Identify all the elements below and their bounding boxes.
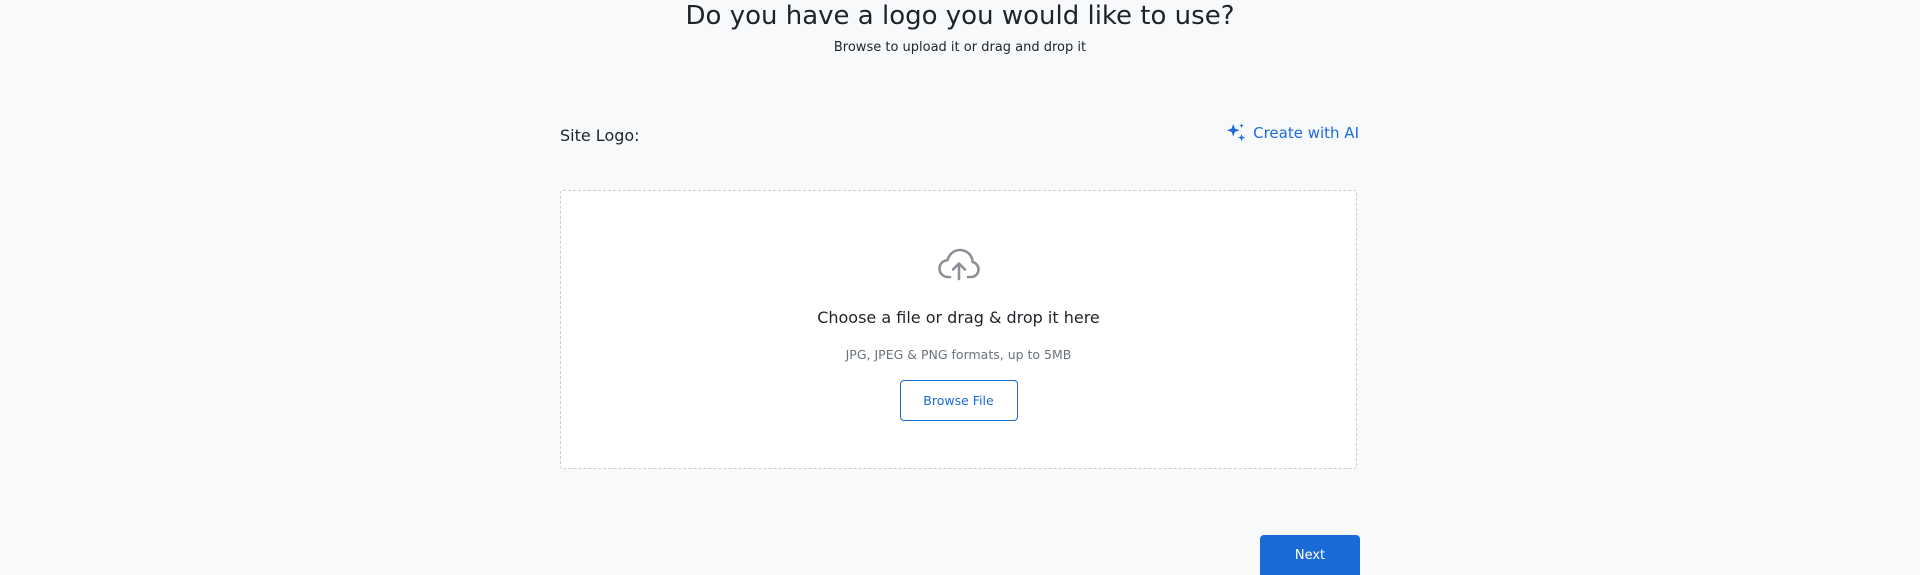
logo-upload-page: Do you have a logo you would like to use… — [0, 0, 1920, 575]
dropzone-prompt: Choose a file or drag & drop it here — [817, 308, 1100, 327]
site-logo-label: Site Logo: — [560, 126, 640, 145]
dropzone-formats: JPG, JPEG & PNG formats, up to 5MB — [845, 347, 1072, 362]
create-with-ai-link[interactable]: Create with AI — [1225, 122, 1359, 144]
sparkles-icon — [1225, 122, 1247, 144]
browse-file-button[interactable]: Browse File — [899, 380, 1018, 421]
create-with-ai-label: Create with AI — [1253, 124, 1359, 142]
file-dropzone[interactable]: Choose a file or drag & drop it here JPG… — [560, 190, 1357, 469]
page-subtitle: Browse to upload it or drag and drop it — [833, 40, 1087, 55]
page-title: Do you have a logo you would like to use… — [685, 1, 1235, 31]
next-button[interactable]: Next — [1260, 535, 1360, 575]
cloud-upload-icon — [937, 246, 981, 282]
